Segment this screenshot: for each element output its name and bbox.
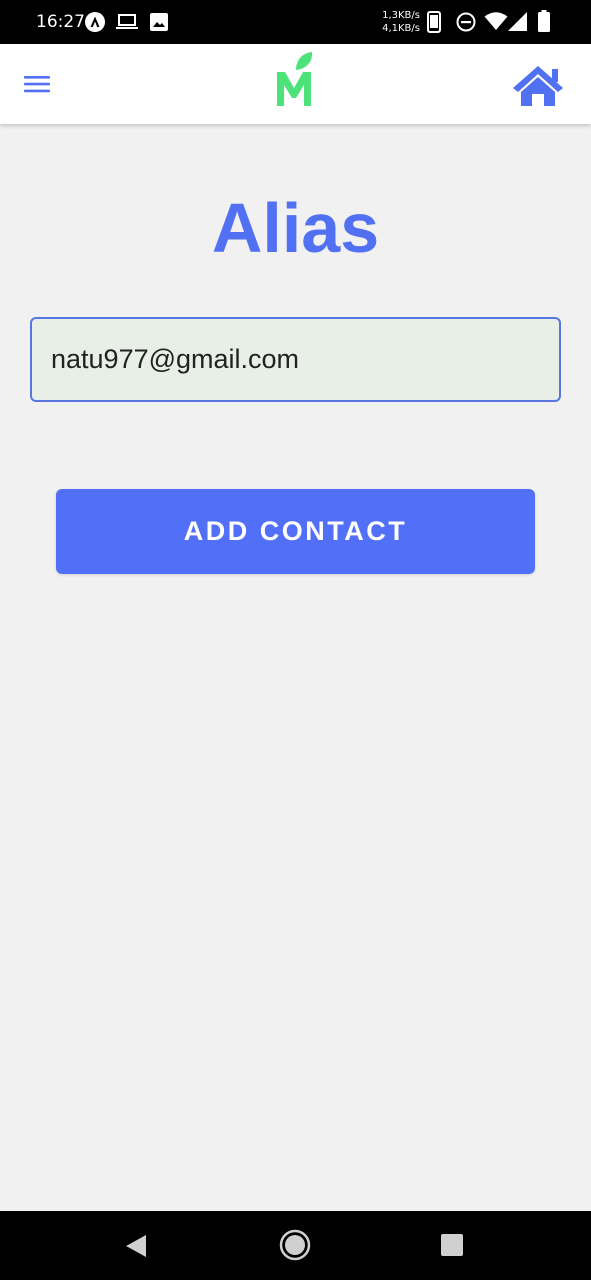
do-not-disturb-icon [456, 12, 476, 32]
wifi-icon [484, 12, 508, 30]
hamburger-menu-icon [24, 76, 50, 93]
recents-icon[interactable] [441, 1234, 463, 1256]
net-down: 4,1KB/s [382, 23, 420, 34]
alias-input[interactable] [30, 317, 561, 402]
laptop-icon [116, 14, 138, 29]
home-button[interactable] [510, 62, 566, 108]
phone-icon [427, 11, 441, 33]
battery-icon [538, 10, 550, 32]
network-speed: 1,3KB/s 4,1KB/s [378, 9, 420, 35]
app-bar [0, 44, 591, 124]
home-circle-icon[interactable] [279, 1229, 311, 1261]
status-time: 16:27 [36, 12, 85, 32]
page-title: Alias [211, 189, 380, 267]
logo-icon [277, 52, 313, 106]
net-up: 1,3KB/s [382, 10, 420, 21]
image-icon [150, 13, 168, 31]
home-icon [513, 66, 563, 106]
back-icon[interactable] [124, 1233, 148, 1259]
app-a-icon [85, 12, 105, 32]
signal-icon [508, 12, 527, 31]
menu-button[interactable] [20, 70, 54, 98]
navigation-bar [0, 1211, 591, 1280]
status-bar: 16:27 1,3KB/s 4,1KB/s [0, 0, 591, 44]
app-logo [272, 50, 318, 108]
add-contact-button[interactable]: ADD CONTACT [56, 489, 535, 574]
